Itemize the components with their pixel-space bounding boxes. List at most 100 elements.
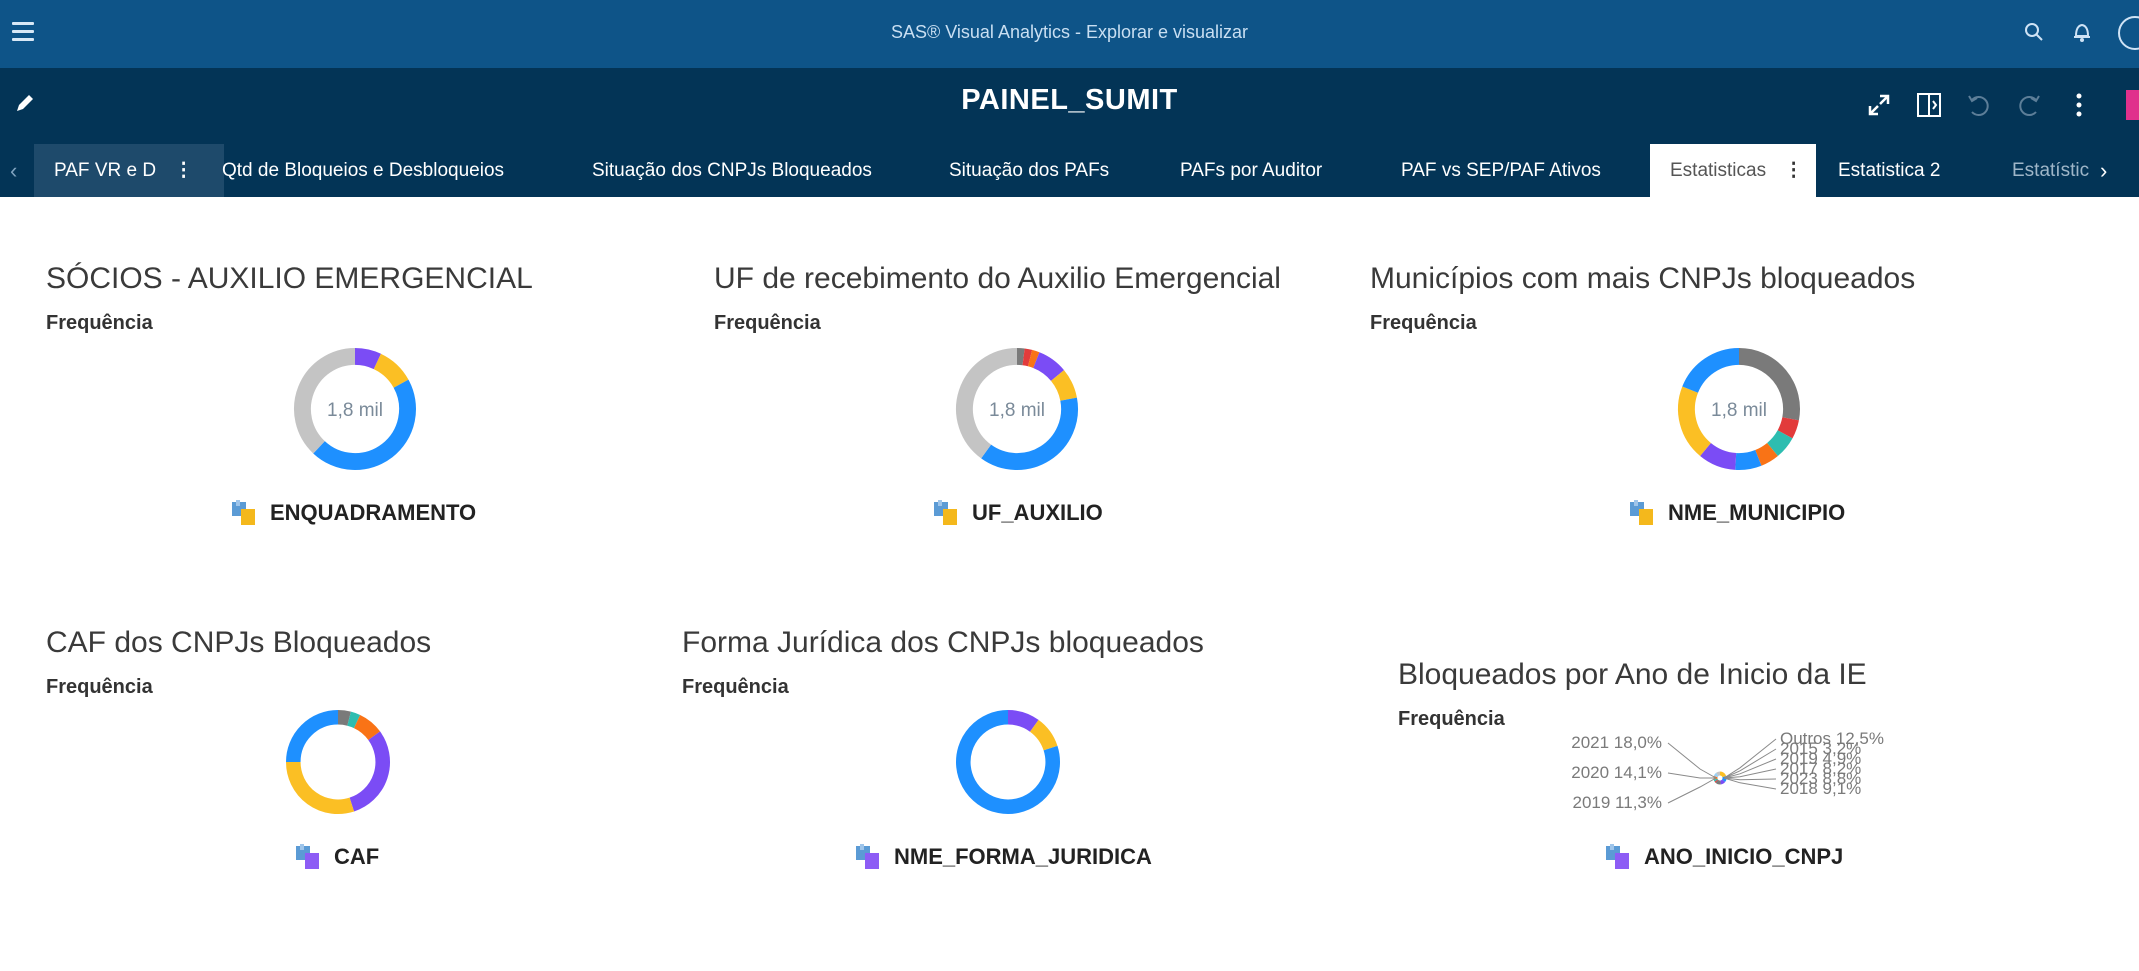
edge-marker: [2126, 90, 2139, 120]
donut-center-label: 1,8 mil: [989, 400, 1045, 421]
category-label: ANO_INICIO_CNPJ: [1644, 844, 1844, 869]
category-legend: ENQUADRAMENTO: [232, 500, 476, 526]
pie-data-label: 2018 9,1%: [1780, 779, 1861, 798]
donut-slice[interactable]: [1007, 710, 1039, 732]
pie-data-label: 2020 14,1%: [1571, 763, 1662, 782]
donut-center-label: 1,8 mil: [327, 400, 383, 421]
small-pie-chart[interactable]: 2021 18,0%2020 14,1%2019 11,3%Outros 12,…: [1550, 730, 1930, 830]
measure-label: Frequência: [46, 312, 153, 334]
category-label: CAF: [334, 844, 380, 869]
donut-slice[interactable]: [1022, 348, 1033, 367]
card-title: Municípios com mais CNPJs bloqueados: [1370, 262, 1916, 295]
donut-slice[interactable]: [347, 711, 361, 729]
donut-slice[interactable]: [1777, 416, 1799, 439]
bell-icon[interactable]: [2072, 21, 2092, 43]
donut-slice[interactable]: [1032, 352, 1064, 382]
pie-slice[interactable]: [1716, 771, 1721, 777]
donut-center-label: 1,8 mil: [1711, 400, 1767, 421]
donut-slice[interactable]: [354, 348, 381, 370]
pie-slice[interactable]: [1714, 779, 1719, 783]
tab-estatisticas[interactable]: Estatisticas ⋮: [1650, 144, 1816, 197]
category-label: ENQUADRAMENTO: [270, 500, 477, 525]
card-title: SÓCIOS - AUXILIO EMERGENCIAL: [46, 262, 533, 295]
donut-slice[interactable]: [1029, 719, 1058, 751]
donut-slice[interactable]: [1027, 349, 1040, 369]
donut-slice[interactable]: [1766, 429, 1793, 456]
panel-toggle-icon[interactable]: [1916, 92, 1942, 118]
pie-slice[interactable]: [1713, 772, 1719, 778]
donut-slice[interactable]: [337, 710, 351, 726]
donut-slice[interactable]: [1754, 442, 1778, 466]
measure-label: Frequência: [1370, 312, 1477, 334]
leader-line: [1723, 777, 1777, 781]
donut-chart[interactable]: [282, 706, 394, 818]
donut-chart[interactable]: [952, 706, 1064, 818]
measure-label: Frequência: [1398, 708, 1505, 730]
tab-menu-icon[interactable]: ⋮: [1784, 160, 1803, 181]
leader-line: [1723, 758, 1777, 779]
tab-estatistic-truncated[interactable]: Estatístic: [2012, 144, 2089, 197]
tab-scroll-left-icon[interactable]: ‹: [10, 144, 17, 197]
card-title: CAF dos CNPJs Bloqueados: [46, 626, 432, 659]
category-legend: NME_MUNICIPIO: [1630, 500, 1845, 526]
category-legend: NME_FORMA_JURIDICA: [856, 844, 1152, 870]
donut-slice[interactable]: [353, 714, 381, 741]
tab-scroll-right-icon[interactable]: ›: [2100, 144, 2107, 197]
tab-label: Estatisticas: [1670, 160, 1767, 181]
category-icon: [934, 500, 960, 526]
donut-chart[interactable]: 1,8 mil: [1674, 344, 1804, 474]
donut-slice[interactable]: [286, 761, 355, 814]
leader-line: [1667, 742, 1717, 779]
redo-icon[interactable]: [2016, 92, 2042, 118]
leader-line: [1723, 738, 1777, 779]
expand-icon[interactable]: [1866, 92, 1892, 118]
pie-slice[interactable]: [1719, 771, 1727, 778]
category-icon: [856, 844, 882, 870]
leader-line: [1667, 777, 1717, 804]
category-legend: CAF: [296, 844, 379, 870]
category-icon: [1606, 844, 1632, 870]
tab-qtd-bloqueios[interactable]: Qtd de Bloqueios e Desbloqueios: [222, 144, 504, 197]
report-title: PAINEL_SUMIT: [961, 84, 1178, 116]
category-icon: [296, 844, 322, 870]
card-title: UF de recebimento do Auxilio Emergencial: [714, 262, 1281, 295]
card-title: Bloqueados por Ano de Inicio da IE: [1398, 658, 1867, 691]
measure-label: Frequência: [714, 312, 821, 334]
donut-slice[interactable]: [1682, 348, 1740, 394]
pie-data-label: 2021 18,0%: [1571, 733, 1662, 752]
search-icon[interactable]: [2024, 22, 2044, 42]
pie-slice[interactable]: [1715, 779, 1721, 785]
donut-slice[interactable]: [373, 353, 409, 389]
measure-label: Frequência: [46, 676, 153, 698]
category-legend: ANO_INICIO_CNPJ: [1606, 844, 1843, 870]
tab-situacao-pafs[interactable]: Situação dos PAFs: [949, 144, 1109, 197]
pie-slice[interactable]: [1713, 778, 1718, 782]
category-label: NME_MUNICIPIO: [1668, 500, 1846, 525]
tab-label: PAF VR e D: [54, 160, 157, 181]
category-label: NME_FORMA_JURIDICA: [894, 844, 1152, 869]
more-icon[interactable]: [2074, 92, 2084, 118]
donut-chart[interactable]: 1,8 mil: [952, 344, 1082, 474]
category-legend: UF_AUXILIO: [934, 500, 1103, 526]
tab-situacao-cnpjs[interactable]: Situação dos CNPJs Bloqueados: [592, 144, 872, 197]
tab-menu-icon[interactable]: ⋮: [174, 160, 193, 181]
category-icon: [1630, 500, 1656, 526]
donut-slice[interactable]: [349, 731, 390, 812]
pie-slice[interactable]: [1720, 779, 1726, 785]
donut-slice[interactable]: [1050, 370, 1077, 402]
donut-slice[interactable]: [1700, 442, 1737, 470]
tab-paf-vs-sep[interactable]: PAF vs SEP/PAF Ativos: [1401, 144, 1601, 197]
pie-data-label: 2019 11,3%: [1573, 793, 1662, 812]
user-avatar[interactable]: [2118, 16, 2139, 50]
tab-paf-vr-e-d[interactable]: PAF VR e D ⋮: [34, 144, 224, 197]
donut-slice[interactable]: [1678, 386, 1712, 456]
donut-slice[interactable]: [1735, 449, 1762, 470]
category-icon: [232, 500, 258, 526]
tab-estatistica-2[interactable]: Estatistica 2: [1838, 144, 1940, 197]
card-title: Forma Jurídica dos CNPJs bloqueados: [682, 626, 1204, 659]
donut-chart[interactable]: 1,8 mil: [290, 344, 420, 474]
donut-slice[interactable]: [286, 710, 339, 763]
donut-slice[interactable]: [313, 379, 416, 470]
tab-pafs-por-auditor[interactable]: PAFs por Auditor: [1180, 144, 1322, 197]
undo-icon[interactable]: [1966, 92, 1992, 118]
